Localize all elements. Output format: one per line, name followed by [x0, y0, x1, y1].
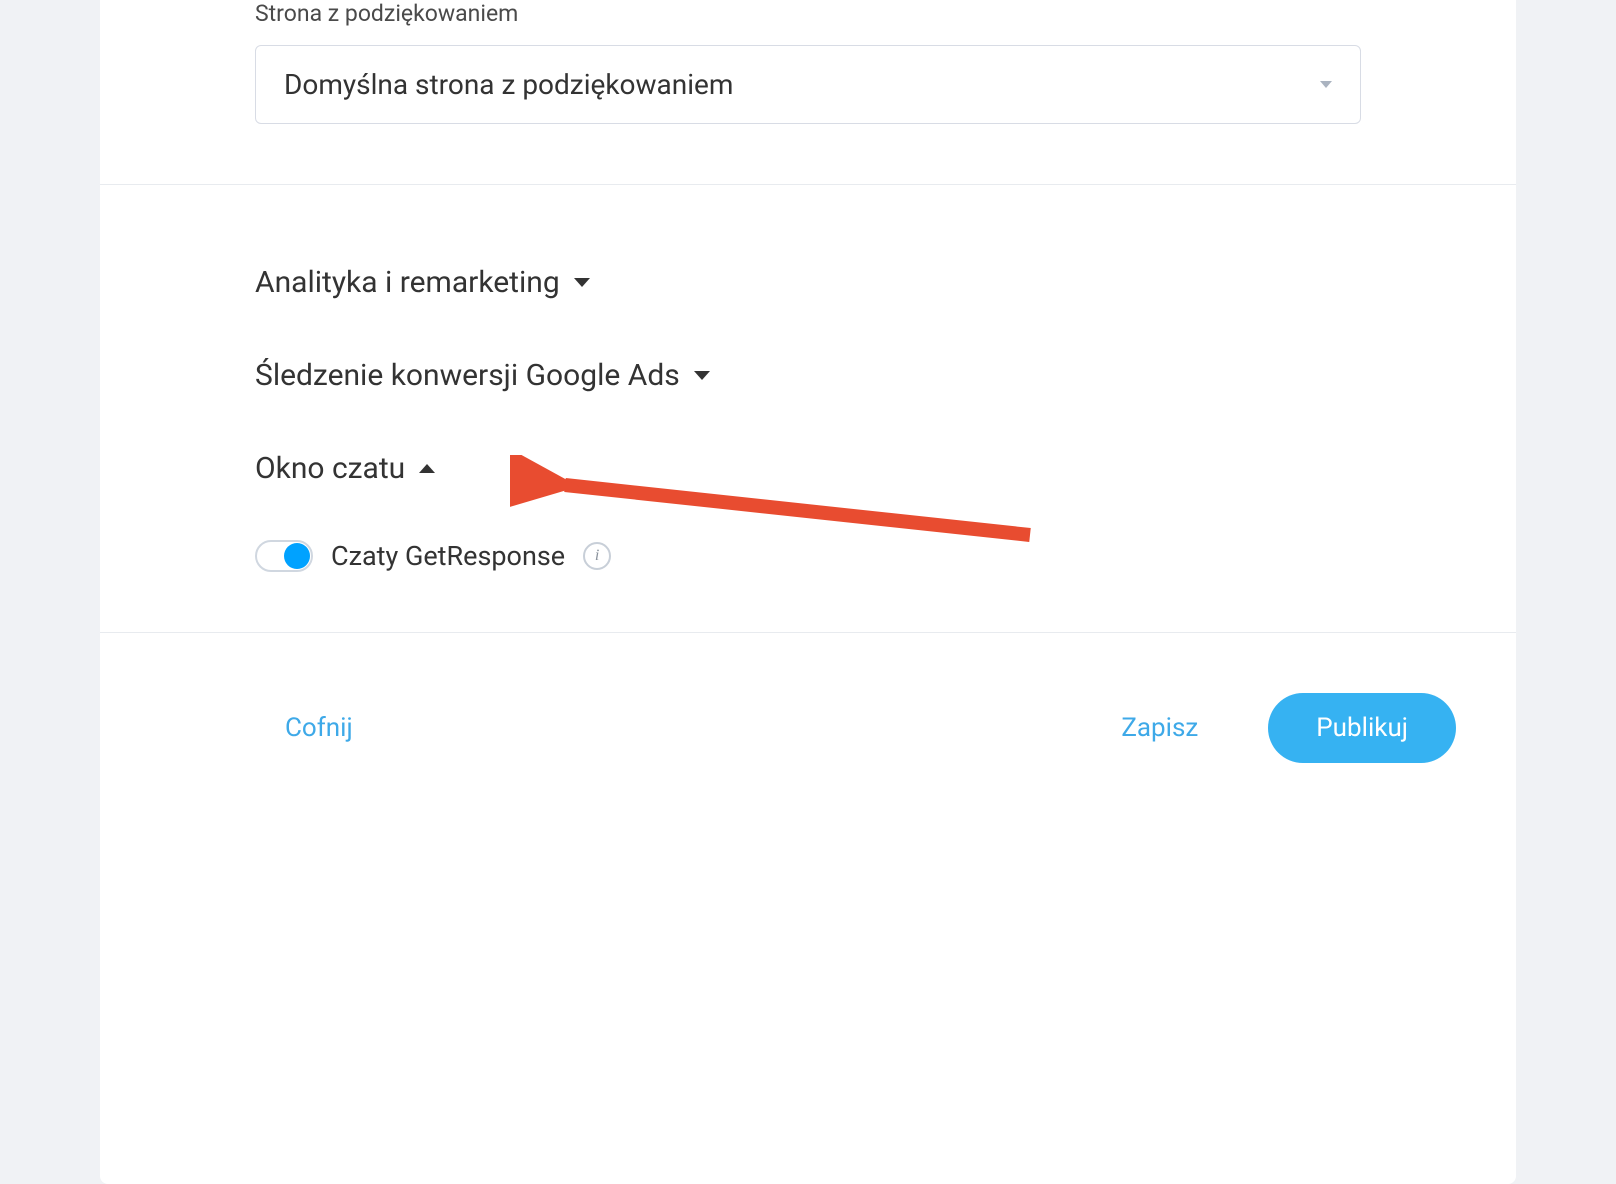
chevron-down-icon [574, 278, 590, 287]
undo-button[interactable]: Cofnij [255, 695, 383, 761]
save-button[interactable]: Zapisz [1091, 695, 1228, 761]
getresponse-chats-label: Czaty GetResponse [331, 540, 565, 572]
analytics-remarketing-toggle[interactable]: Analityka i remarketing [255, 265, 1361, 300]
chevron-down-icon [694, 371, 710, 380]
thank-you-page-label: Strona z podziękowaniem [255, 0, 1361, 27]
toggle-knob [284, 543, 310, 569]
chat-window-title: Okno czatu [255, 451, 405, 486]
thank-you-page-selected-value: Domyślna strona z podziękowaniem [284, 68, 733, 101]
chevron-up-icon [419, 464, 435, 473]
chat-window-toggle[interactable]: Okno czatu [255, 451, 1361, 486]
thank-you-page-select[interactable]: Domyślna strona z podziękowaniem [255, 45, 1361, 124]
info-icon[interactable]: i [583, 542, 611, 570]
publish-button[interactable]: Publikuj [1268, 693, 1456, 763]
advanced-sections: Analityka i remarketing Śledzenie konwer… [100, 185, 1516, 632]
footer-actions: Cofnij Zapisz Publikuj [100, 633, 1516, 823]
analytics-remarketing-title: Analityka i remarketing [255, 265, 560, 300]
getresponse-chats-toggle[interactable] [255, 540, 313, 572]
google-ads-tracking-title: Śledzenie konwersji Google Ads [255, 358, 680, 393]
getresponse-chats-row: Czaty GetResponse i [255, 540, 1361, 572]
settings-panel: Strona z podziękowaniem Domyślna strona … [100, 0, 1516, 1184]
google-ads-tracking-toggle[interactable]: Śledzenie konwersji Google Ads [255, 358, 1361, 393]
chevron-down-icon [1320, 81, 1332, 88]
thank-you-page-section: Strona z podziękowaniem Domyślna strona … [100, 0, 1516, 184]
